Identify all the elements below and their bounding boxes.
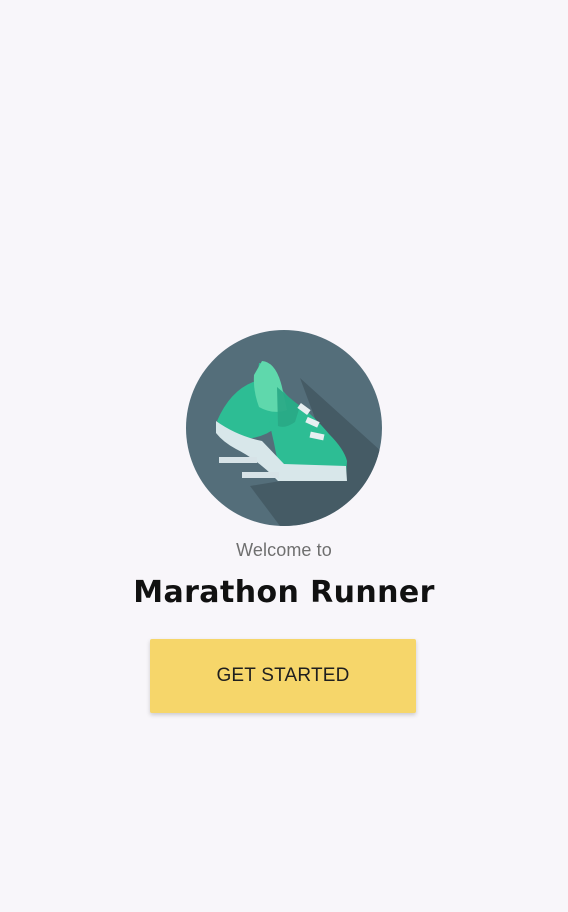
running-shoe-icon [186, 330, 382, 526]
get-started-button[interactable]: GET STARTED [150, 639, 416, 713]
welcome-screen: Welcome to Marathon Runner GET STARTED [0, 0, 568, 912]
app-logo [186, 330, 382, 526]
app-title: Marathon Runner [133, 575, 435, 610]
get-started-label: GET STARTED [216, 665, 350, 686]
welcome-subtitle: Welcome to [236, 540, 332, 560]
